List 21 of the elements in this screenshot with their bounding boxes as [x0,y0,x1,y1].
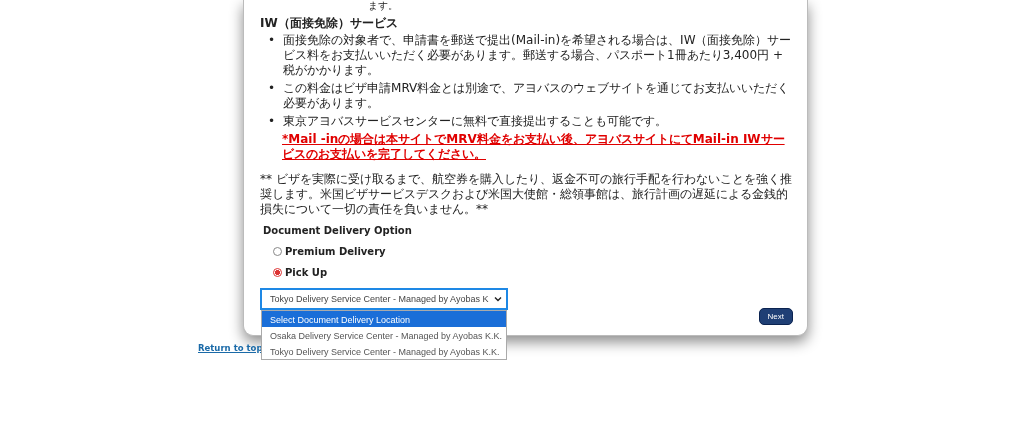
radio-button[interactable] [273,268,282,277]
location-dropdown[interactable]: Tokyo Delivery Service Center - Managed by Ayobas K [260,288,509,310]
bullet-marker: • [268,33,276,49]
radio-option[interactable]: Premium Delivery [273,244,386,259]
dropdown-option[interactable]: Tokyo Delivery Service Center - Managed by Ayobas K.K. [262,343,507,359]
section-heading: IW（面接免除）サービス [260,16,398,31]
radio-option[interactable]: Pick Up [273,265,328,280]
next-button[interactable]: Next [758,308,793,325]
warning-text: *Mail -inの場合は本サイトでMRV料金をお支払い後、アヨバスサイトにてMail-in IWサービスのお支払いを完了してください。 [281,132,786,162]
bullet-text: 東京アヨバスサービスセンターに無料で直接提出することも可能です。 [283,114,668,129]
chevron-down-icon [494,296,503,302]
dropdown-option[interactable]: Select Document Delivery Location [262,311,507,327]
bullet-text: この料金はビザ申請MRV料金とは別途で、アヨバスのウェブサイトを通じてお支払いいただく必要があります。 [283,81,791,111]
section-heading: Document Delivery Option [263,224,412,238]
notice-text: ** ビザを実際に受け取るまで、航空券を購入したり、返金不可の旅行手配を行わないことを強く推奨します。米国ビザサービスデスクおよび米国大使館・総領事館は、旅行計画の遅延による金銭的損失について一切の責任を負いません。** [260,172,793,217]
dropdown-option[interactable]: Osaka Delivery Service Center - Managed by Ayobas K.K. [262,327,507,343]
paragraph-fragment: ます。 [367,0,398,12]
bullet-marker: • [268,81,276,97]
radio-button[interactable] [273,247,282,256]
bullet-marker: • [268,114,276,129]
bullet-text: 面接免除の対象者で、申請書を郵送で提出(Mail-in)を希望される場合は、IW（面接免除）サービス料をお支払いいただく必要があります。郵送する場合、パスポート1冊あたり3,400円 + 税がかかります。 [283,33,793,78]
